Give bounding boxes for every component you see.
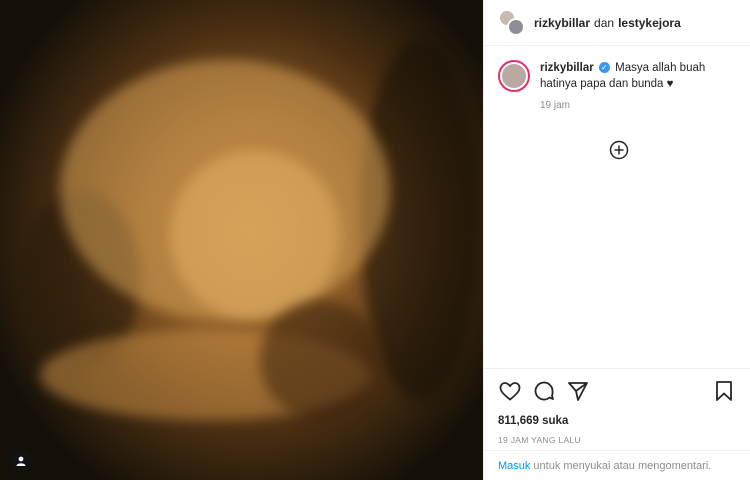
avatar[interactable] [498,60,530,92]
image-highlight [170,150,340,320]
comment-icon[interactable] [532,379,556,403]
user-tag-icon[interactable] [10,450,32,472]
post-header: rizkybillar dan lestykejora [484,0,750,46]
post-panel: rizkybillar dan lestykejora rizkybillar … [483,0,750,480]
likes-count[interactable]: 811,669 suka [498,415,736,427]
login-link[interactable]: Masuk [498,460,530,472]
avatar [507,17,525,36]
like-icon[interactable] [498,379,522,403]
verified-icon: ✓ [598,62,610,74]
save-icon[interactable] [712,379,736,403]
share-icon[interactable] [566,379,590,403]
posted-time: 19 JAM YANG LALU [498,435,581,445]
avatar[interactable] [498,8,526,37]
header-username-2[interactable]: lestykejora [618,16,681,30]
image-shadow [260,300,380,420]
header-connector: dan [594,15,615,30]
load-more-icon[interactable] [608,139,630,161]
post-image[interactable] [0,0,483,480]
caption: rizkybillar ✓ Masya allah buah hatinya p… [484,46,750,111]
caption-username[interactable]: rizkybillar [540,62,594,74]
heart-icon: ♥ [666,78,674,90]
login-text: untuk menyukai atau mengomentari. [533,459,712,472]
header-username[interactable]: rizkybillar [534,16,590,30]
action-section: 811,669 suka 19 JAM YANG LALU [484,368,750,445]
caption-time: 19 jam [540,100,571,111]
login-prompt: Masuk untuk menyukai atau mengomentari. [484,450,750,480]
